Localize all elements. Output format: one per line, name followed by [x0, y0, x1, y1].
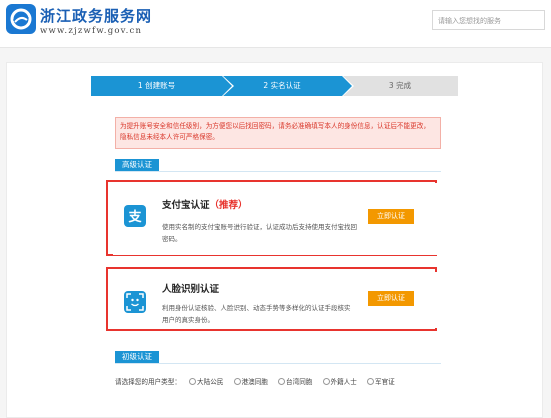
alipay-auth-desc: 使用实名制的支付宝账号进行验证，认证成功后支持使用支付宝找回密码。 — [162, 223, 357, 243]
step-arrow — [222, 76, 232, 96]
face-auth-title: 人脸识别认证 — [162, 284, 220, 295]
option-mainland[interactable]: 大陆公民 — [197, 378, 223, 386]
face-recognition-icon — [124, 291, 146, 313]
svg-text:支: 支 — [127, 209, 142, 225]
radio-hk-macau[interactable] — [233, 378, 241, 385]
advanced-section-label: 高级认证 — [115, 159, 159, 171]
alipay-icon: 支 — [124, 205, 146, 227]
site-header: 浙江政务服务网 www.zjzwfw.gov.cn 请输入您想找的服务 — [0, 0, 551, 48]
alipay-title-text: 支付宝认证 — [162, 200, 210, 211]
face-auth-button[interactable]: 立即认证 — [368, 291, 414, 306]
user-type-label: 请选择您的用户类型： — [115, 378, 181, 386]
progress-steps: 1 创建账号 2 实名认证 3 完成 — [91, 75, 458, 97]
alipay-auth-button[interactable]: 立即认证 — [368, 209, 414, 224]
notice-box: 为提升账号安全和信任级别，为方便您以后找回密码，请务必准确填写本人的身份信息，认… — [115, 117, 441, 149]
site-title[interactable]: 浙江政务服务网 — [40, 5, 152, 26]
step-complete: 3 完成 — [342, 76, 458, 96]
radio-mainland[interactable] — [189, 378, 197, 385]
alipay-auth-title: 支付宝认证（推荐） — [162, 197, 248, 211]
radio-taiwan[interactable] — [278, 378, 286, 385]
user-type-selector: 请选择您的用户类型： 大陆公民 港澳同胞 台湾同胞 外籍人士 军官证 — [115, 376, 397, 386]
section-divider — [115, 171, 441, 172]
radio-officer-id[interactable] — [366, 378, 374, 385]
section-divider — [115, 363, 441, 364]
recommended-tag: （推荐） — [209, 200, 248, 211]
option-officer-id[interactable]: 军官证 — [375, 378, 395, 386]
step-real-name: 2 实名认证 — [222, 76, 342, 96]
step-arrow — [342, 76, 352, 96]
option-foreigner[interactable]: 外籍人士 — [331, 378, 357, 386]
face-auth-desc: 利用身份认证核验、人脸识别、动态手势等多样化的认证手段核实用户的真实身份。 — [162, 304, 351, 324]
site-url: www.zjzwfw.gov.cn — [40, 26, 143, 36]
step-create-account: 1 创建账号 — [91, 76, 222, 96]
site-logo-icon[interactable] — [6, 4, 36, 34]
option-hk-macau[interactable]: 港澳同胞 — [242, 378, 268, 386]
search-input[interactable]: 请输入您想找的服务 — [432, 10, 545, 30]
radio-foreigner[interactable] — [322, 378, 330, 385]
basic-section-label: 初级认证 — [115, 351, 159, 363]
option-taiwan[interactable]: 台湾同胞 — [286, 378, 312, 386]
